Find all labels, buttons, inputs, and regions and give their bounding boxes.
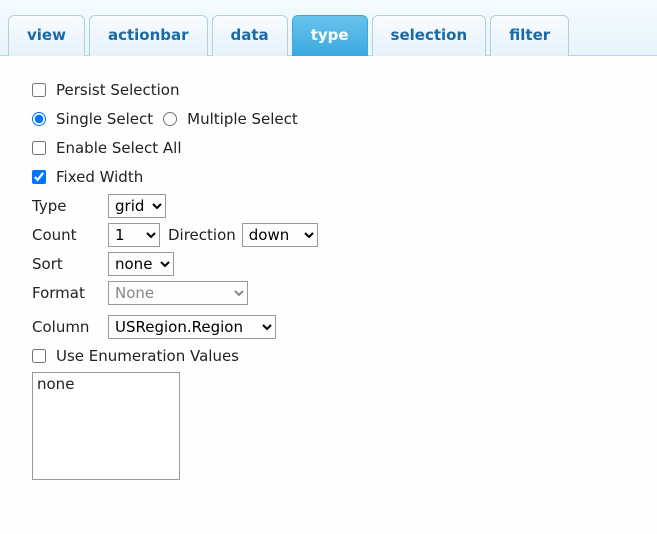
format-select[interactable]: None [108, 281, 248, 305]
tab-type[interactable]: type [292, 15, 368, 56]
enumeration-listbox[interactable]: none [32, 372, 180, 480]
fixed-width-checkbox[interactable] [32, 170, 46, 184]
column-select[interactable]: USRegion.Region [108, 315, 276, 339]
multiple-select-label: Multiple Select [187, 110, 298, 128]
column-label: Column [32, 318, 102, 336]
tab-filter[interactable]: filter [490, 15, 569, 56]
tab-data[interactable]: data [212, 15, 288, 56]
sort-label: Sort [32, 255, 102, 273]
enable-select-all-label: Enable Select All [56, 139, 182, 157]
tab-actionbar[interactable]: actionbar [89, 15, 208, 56]
enable-select-all-checkbox[interactable] [32, 141, 46, 155]
persist-selection-checkbox[interactable] [32, 83, 46, 97]
use-enumeration-values-checkbox[interactable] [32, 349, 46, 363]
sort-select[interactable]: none [108, 252, 174, 276]
single-select-radio[interactable] [32, 112, 46, 126]
tab-view[interactable]: view [8, 15, 85, 56]
tab-selection[interactable]: selection [372, 15, 487, 56]
type-label: Type [32, 197, 102, 215]
direction-select[interactable]: down [242, 223, 318, 247]
tab-bar: view actionbar data type selection filte… [0, 0, 657, 56]
format-label: Format [32, 284, 102, 302]
multiple-select-radio[interactable] [163, 112, 177, 126]
count-select[interactable]: 1 [108, 223, 160, 247]
single-select-label: Single Select [56, 110, 153, 128]
fixed-width-label: Fixed Width [56, 168, 143, 186]
tab-content-type: Persist Selection Single Select Multiple… [0, 56, 657, 498]
persist-selection-label: Persist Selection [56, 81, 179, 99]
type-select[interactable]: grid [108, 194, 166, 218]
count-label: Count [32, 226, 102, 244]
use-enumeration-values-label: Use Enumeration Values [56, 347, 239, 365]
list-item[interactable]: none [37, 375, 175, 393]
direction-label: Direction [168, 226, 236, 244]
